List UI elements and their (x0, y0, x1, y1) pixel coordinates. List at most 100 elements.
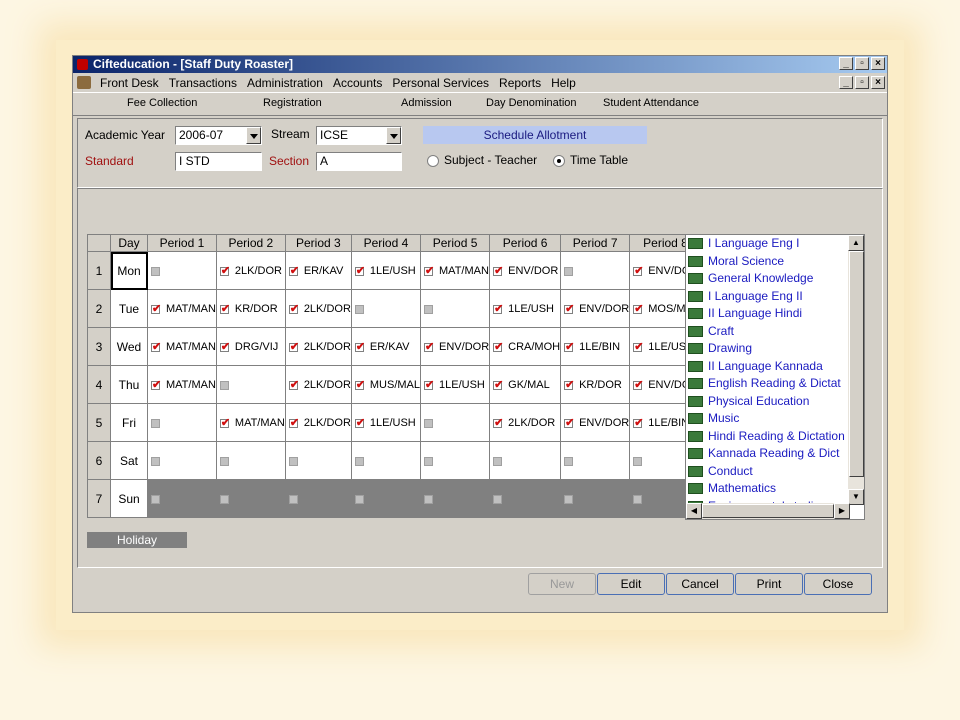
period-cell[interactable]: KR/DOR (215, 289, 286, 328)
period-cell[interactable] (420, 289, 491, 328)
period-cell[interactable]: MAT/MAN (147, 327, 217, 366)
period-cell[interactable]: ENV/DOR (560, 289, 631, 328)
checked-checkbox[interactable] (288, 378, 299, 391)
period-cell[interactable] (420, 403, 491, 442)
checkbox[interactable] (564, 494, 574, 504)
period-cell[interactable] (420, 479, 491, 518)
print-button[interactable]: Print (735, 573, 803, 595)
checked-checkbox[interactable] (493, 378, 503, 391)
menu-reports[interactable]: Reports (494, 76, 546, 90)
subject-list-item[interactable]: Mathematics (686, 480, 864, 498)
period-cell[interactable] (147, 479, 217, 518)
checked-checkbox[interactable] (288, 302, 299, 315)
fee-collection-link[interactable]: Fee Collection (127, 97, 197, 109)
subject-list-item[interactable]: Kannada Reading & Dict (686, 445, 864, 463)
day-cell[interactable]: Tue (110, 289, 148, 328)
checked-checkbox[interactable] (564, 340, 574, 353)
checked-checkbox[interactable] (219, 264, 230, 277)
checkbox[interactable] (564, 266, 574, 276)
period-cell[interactable]: 2LK/DOR (489, 403, 562, 442)
subject-list-item[interactable]: II Language Kannada (686, 358, 864, 376)
scroll-up-icon[interactable]: ▲ (848, 235, 864, 251)
checked-checkbox[interactable] (219, 416, 230, 429)
checked-checkbox[interactable] (151, 340, 161, 353)
close-window-button[interactable]: × (871, 57, 885, 70)
checked-checkbox[interactable] (219, 302, 230, 315)
chevron-down-icon[interactable] (386, 127, 401, 144)
checkbox[interactable] (424, 456, 434, 466)
scroll-thumb[interactable] (849, 251, 864, 477)
checked-checkbox[interactable] (354, 378, 365, 391)
checkbox[interactable] (219, 380, 229, 390)
day-cell[interactable]: Sat (110, 441, 148, 480)
close-button[interactable]: Close (804, 573, 872, 595)
period-cell[interactable]: 2LK/DOR (284, 365, 352, 404)
period-cell[interactable]: CRA/MOH (489, 327, 562, 366)
checkbox[interactable] (354, 304, 364, 314)
period-cell[interactable] (284, 441, 352, 480)
checked-checkbox[interactable] (564, 378, 574, 391)
checked-checkbox[interactable] (288, 264, 299, 277)
subject-list-item[interactable]: Physical Education (686, 393, 864, 411)
student-attendance-link[interactable]: Student Attendance (603, 97, 699, 109)
day-cell[interactable]: Wed (110, 327, 148, 366)
period-cell[interactable] (350, 479, 422, 518)
cancel-button[interactable]: Cancel (666, 573, 734, 595)
section-field[interactable]: A (316, 152, 402, 171)
checkbox[interactable] (354, 494, 364, 504)
checked-checkbox[interactable] (354, 264, 365, 277)
period-cell[interactable]: 2LK/DOR (215, 251, 286, 290)
academic-year-select[interactable]: 2006-07 (175, 126, 262, 145)
subject-list[interactable]: I Language Eng I Moral Science General Kno… (685, 234, 865, 520)
checked-checkbox[interactable] (219, 340, 230, 353)
registration-link[interactable]: Registration (263, 97, 322, 109)
child-close-button[interactable]: × (871, 76, 885, 89)
checkbox[interactable] (424, 494, 434, 504)
period-cell[interactable]: ENV/DOR (420, 327, 491, 366)
period-cell[interactable] (147, 403, 217, 442)
period-cell[interactable]: KR/DOR (560, 365, 631, 404)
period-cell[interactable] (284, 479, 352, 518)
period-cell[interactable] (147, 441, 217, 480)
day-cell[interactable]: Sun (110, 479, 148, 518)
maximize-button[interactable]: ▫ (855, 57, 869, 70)
edit-button[interactable]: Edit (597, 573, 665, 595)
period-cell[interactable]: MAT/MAN (420, 251, 491, 290)
period-cell[interactable] (560, 479, 631, 518)
checked-checkbox[interactable] (564, 416, 574, 429)
child-maximize-button[interactable]: ▫ (855, 76, 869, 89)
checkbox[interactable] (151, 494, 160, 504)
child-minimize-button[interactable]: _ (839, 76, 853, 89)
period-cell[interactable]: ENV/DOR (489, 251, 562, 290)
checkbox[interactable] (633, 494, 643, 504)
checked-checkbox[interactable] (493, 264, 503, 277)
subject-list-item[interactable]: Moral Science (686, 253, 864, 271)
subject-list-item[interactable]: Conduct (686, 463, 864, 481)
checkbox[interactable] (151, 418, 160, 428)
checked-checkbox[interactable] (354, 416, 365, 429)
radio-subject-teacher[interactable] (427, 155, 439, 167)
period-cell[interactable]: 1LE/USH (350, 403, 422, 442)
minimize-button[interactable]: _ (839, 57, 853, 70)
period-cell[interactable]: ER/KAV (350, 327, 422, 366)
day-cell[interactable]: Thu (110, 365, 148, 404)
chevron-down-icon[interactable] (246, 127, 261, 144)
menu-accounts[interactable]: Accounts (328, 76, 387, 90)
subject-list-item[interactable]: Hindi Reading & Dictation (686, 428, 864, 446)
period-cell[interactable]: MAT/MAN (215, 403, 286, 442)
subject-list-item[interactable]: Craft (686, 323, 864, 341)
period-cell[interactable]: 2LK/DOR (284, 403, 352, 442)
menu-transactions[interactable]: Transactions (164, 76, 242, 90)
checked-checkbox[interactable] (288, 416, 299, 429)
day-cell[interactable]: Mon (110, 251, 148, 290)
subject-list-item[interactable]: II Language Hindi (686, 305, 864, 323)
horizontal-scrollbar[interactable]: ◀ ▶ (686, 503, 850, 519)
period-cell[interactable] (147, 251, 217, 290)
checked-checkbox[interactable] (633, 416, 643, 429)
checkbox[interactable] (151, 266, 160, 276)
period-cell[interactable]: 2LK/DOR (284, 327, 352, 366)
period-cell[interactable] (215, 441, 286, 480)
checkbox[interactable] (219, 456, 229, 466)
subject-list-item[interactable]: Drawing (686, 340, 864, 358)
checked-checkbox[interactable] (564, 302, 574, 315)
